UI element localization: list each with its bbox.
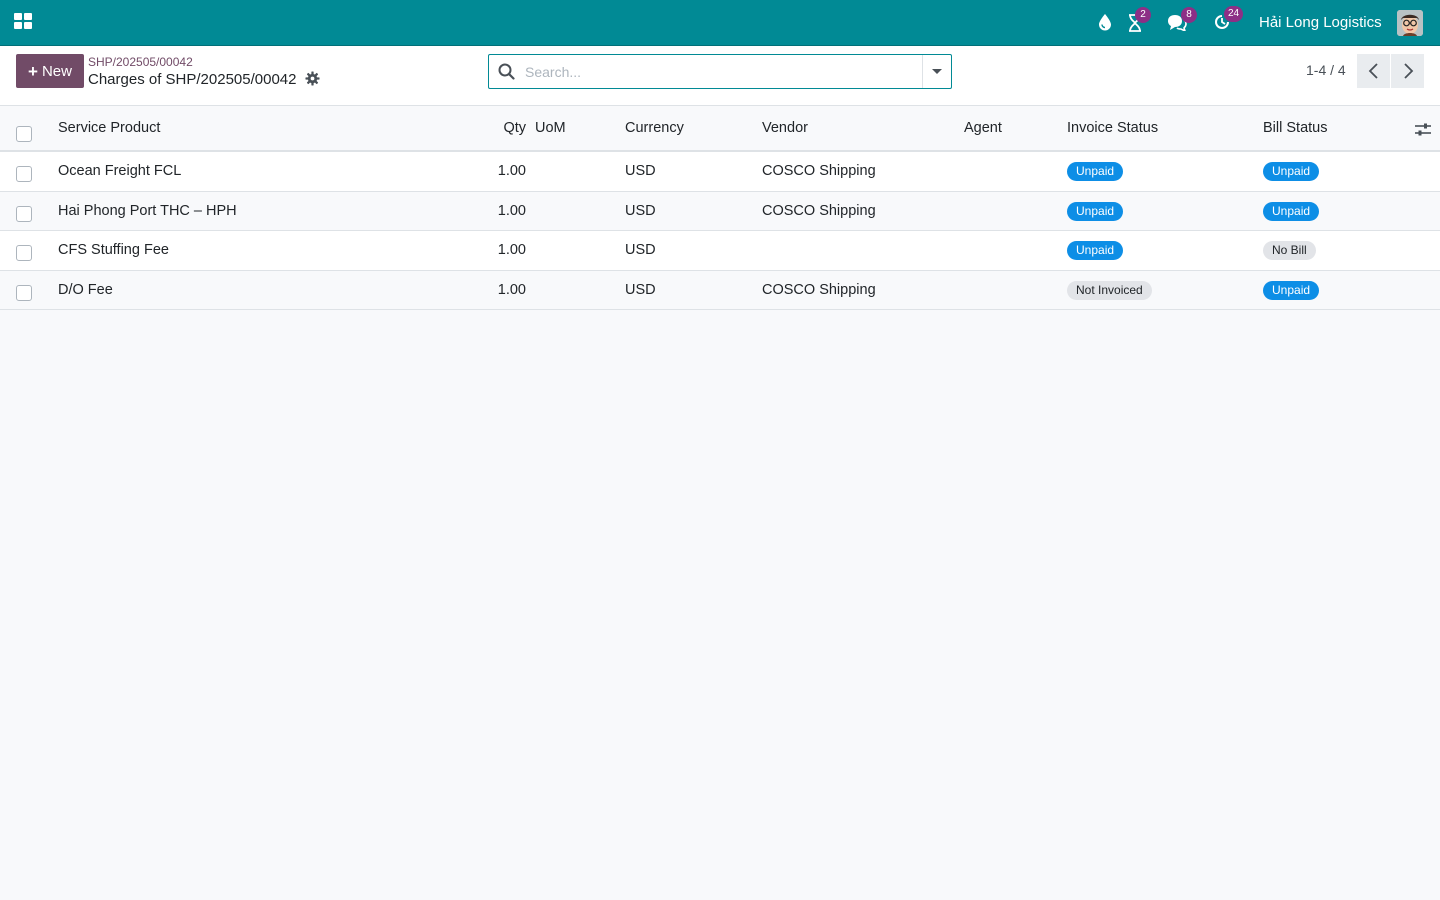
cell-currency: USD bbox=[625, 242, 656, 258]
cell-qty: 1.00 bbox=[497, 242, 526, 258]
column-header-uom[interactable]: UoM bbox=[535, 120, 566, 136]
cell-service-product: Ocean Freight FCL bbox=[58, 163, 182, 179]
top-navbar: 2 8 24 Hải Long Logistics bbox=[0, 0, 1440, 46]
table-row[interactable]: Hai Phong Port THC – HPH 1.00 USD COSCO … bbox=[0, 191, 1440, 231]
row-checkbox[interactable] bbox=[16, 166, 32, 182]
charges-list: Service Product Qty UoM Currency Vendor … bbox=[0, 106, 1440, 310]
column-header-bill-status[interactable]: Bill Status bbox=[1263, 120, 1327, 136]
user-avatar[interactable] bbox=[1397, 10, 1423, 36]
invoice-status-badge: Unpaid bbox=[1067, 241, 1124, 260]
page-title: Charges of SHP/202505/00042 bbox=[88, 71, 297, 88]
cell-currency: USD bbox=[625, 163, 656, 179]
table-row[interactable]: D/O Fee 1.00 USD COSCO Shipping Not Invo… bbox=[0, 270, 1440, 310]
cell-currency: USD bbox=[625, 281, 656, 298]
cell-service-product: CFS Stuffing Fee bbox=[58, 242, 169, 258]
invoice-status-badge: Unpaid bbox=[1067, 162, 1124, 181]
new-button[interactable]: + New bbox=[16, 54, 84, 88]
pager-next-button[interactable] bbox=[1391, 54, 1424, 88]
bill-status-badge: Unpaid bbox=[1263, 280, 1320, 300]
invoice-status-badge: Unpaid bbox=[1067, 201, 1124, 221]
table-row[interactable]: Ocean Freight FCL 1.00 USD COSCO Shippin… bbox=[0, 152, 1440, 192]
row-checkbox[interactable] bbox=[16, 245, 32, 261]
search-bar bbox=[488, 54, 952, 89]
cell-vendor: COSCO Shipping bbox=[762, 163, 876, 179]
column-header-invoice-status[interactable]: Invoice Status bbox=[1067, 120, 1158, 136]
gear-icon[interactable] bbox=[305, 71, 320, 86]
bill-status-badge: Unpaid bbox=[1263, 162, 1320, 181]
cell-service-product: D/O Fee bbox=[58, 281, 113, 298]
chevron-right-icon bbox=[1403, 63, 1413, 79]
invoice-status-badge: Not Invoiced bbox=[1067, 280, 1152, 300]
search-icon bbox=[498, 63, 515, 80]
column-header-agent[interactable]: Agent bbox=[964, 120, 1002, 136]
updates-badge: 24 bbox=[1224, 6, 1244, 22]
water-drop-icon[interactable] bbox=[1097, 13, 1113, 31]
search-input[interactable] bbox=[525, 61, 905, 82]
search-options-toggle[interactable] bbox=[922, 55, 951, 88]
company-name[interactable]: Hải Long Logistics bbox=[1259, 14, 1382, 31]
cell-qty: 1.00 bbox=[497, 281, 526, 298]
column-header-currency[interactable]: Currency bbox=[625, 120, 684, 136]
cell-vendor: COSCO Shipping bbox=[762, 281, 876, 298]
column-header-qty[interactable]: Qty bbox=[476, 120, 526, 136]
optional-columns-icon[interactable] bbox=[1415, 123, 1431, 137]
chevron-left-icon bbox=[1368, 63, 1378, 79]
cell-qty: 1.00 bbox=[497, 163, 526, 179]
column-header-vendor[interactable]: Vendor bbox=[762, 120, 808, 136]
user-avatar-icon bbox=[1397, 10, 1423, 36]
messages-badge: 8 bbox=[1181, 7, 1197, 23]
pager-value[interactable]: 1-4 / 4 bbox=[1306, 62, 1346, 78]
row-checkbox[interactable] bbox=[16, 205, 32, 222]
apps-menu-icon[interactable] bbox=[14, 13, 32, 31]
cell-qty: 1.00 bbox=[497, 202, 526, 219]
column-header-service-product[interactable]: Service Product bbox=[58, 120, 160, 136]
new-button-label: New bbox=[41, 62, 72, 80]
row-checkbox[interactable] bbox=[16, 284, 32, 301]
activity-badge: 2 bbox=[1135, 7, 1151, 23]
cell-service-product: Hai Phong Port THC – HPH bbox=[58, 202, 237, 219]
cell-vendor: COSCO Shipping bbox=[762, 202, 876, 219]
bill-status-badge: Unpaid bbox=[1263, 201, 1320, 221]
select-all-checkbox[interactable] bbox=[16, 126, 32, 142]
table-header: Service Product Qty UoM Currency Vendor … bbox=[0, 106, 1440, 152]
cell-currency: USD bbox=[625, 202, 656, 219]
table-row[interactable]: CFS Stuffing Fee 1.00 USD Unpaid No Bill bbox=[0, 231, 1440, 271]
breadcrumb-link[interactable]: SHP/202505/00042 bbox=[88, 55, 193, 69]
bill-status-badge: No Bill bbox=[1263, 241, 1316, 260]
control-panel: + New SHP/202505/00042 Charges of SHP/20… bbox=[0, 46, 1440, 106]
pager-previous-button[interactable] bbox=[1357, 54, 1390, 88]
plus-icon: + bbox=[28, 61, 38, 81]
